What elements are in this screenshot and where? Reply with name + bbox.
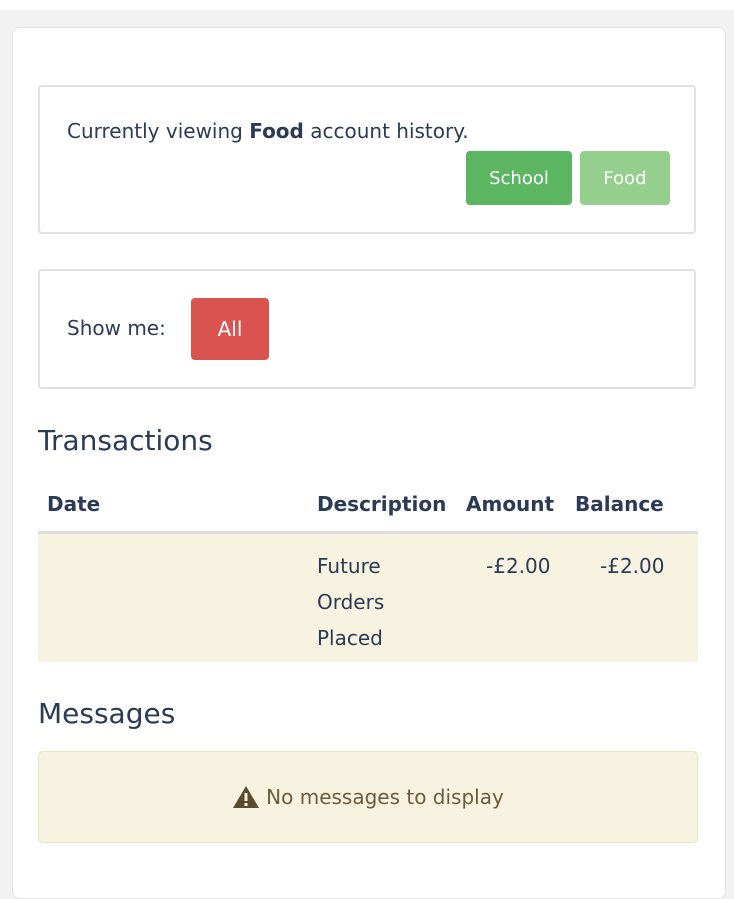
column-header-balance: Balance bbox=[575, 492, 664, 516]
row-amount: -£2.00 bbox=[486, 554, 551, 578]
no-messages-text: No messages to display bbox=[266, 785, 504, 809]
viewing-suffix: account history. bbox=[303, 119, 469, 143]
transactions-title: Transactions bbox=[38, 424, 213, 457]
filter-all-button[interactable]: All bbox=[191, 298, 269, 360]
column-header-description: Description bbox=[317, 492, 447, 516]
food-account-button[interactable]: Food bbox=[580, 151, 670, 205]
viewing-account-name: Food bbox=[249, 119, 304, 143]
warning-triangle-icon bbox=[233, 786, 260, 808]
column-header-amount: Amount bbox=[466, 492, 555, 516]
viewing-account-text: Currently viewing Food account history. bbox=[67, 119, 469, 143]
column-header-date: Date bbox=[47, 492, 101, 516]
top-strip bbox=[0, 0, 734, 10]
account-selector-well: Currently viewing Food account history. … bbox=[38, 85, 696, 234]
no-messages-alert: No messages to display bbox=[38, 751, 698, 843]
viewing-prefix: Currently viewing bbox=[67, 119, 250, 143]
filter-well: Show me: All bbox=[38, 269, 696, 389]
show-me-label: Show me: bbox=[67, 316, 166, 340]
transactions-table-header: Date Description Amount Balance bbox=[38, 478, 698, 534]
row-balance: -£2.00 bbox=[600, 554, 665, 578]
row-description: Future Orders Placed bbox=[317, 554, 385, 650]
messages-title: Messages bbox=[38, 697, 176, 730]
table-row: Future Orders Placed -£2.00 -£2.00 bbox=[38, 534, 698, 662]
school-account-button[interactable]: School bbox=[466, 151, 572, 205]
